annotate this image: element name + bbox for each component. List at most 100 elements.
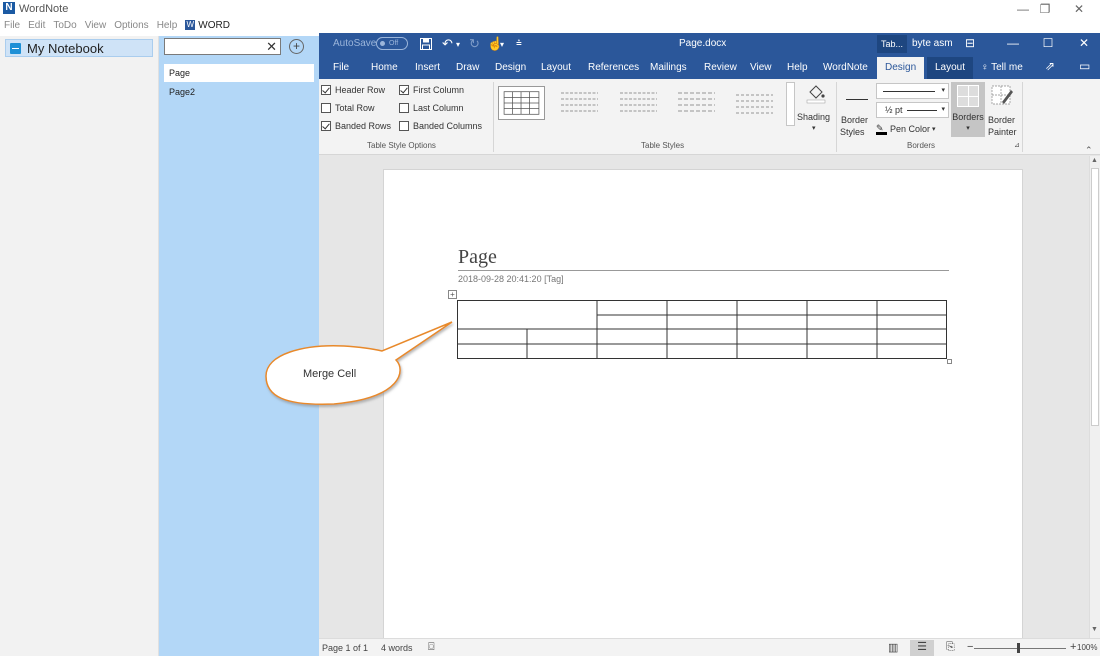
total-row-checkbox[interactable]: Total Row bbox=[321, 103, 375, 113]
app-title: WordNote bbox=[19, 3, 69, 15]
table-move-handle-icon[interactable]: + bbox=[448, 290, 457, 299]
read-mode-icon[interactable]: ▥ bbox=[888, 641, 898, 654]
header-row-checkbox[interactable]: Header Row bbox=[321, 85, 385, 95]
word-minimize-button[interactable]: — bbox=[998, 36, 1028, 50]
menu-help[interactable]: Help bbox=[157, 20, 178, 31]
zoom-out-button[interactable]: − bbox=[967, 641, 973, 653]
table-style-plain-3[interactable] bbox=[673, 86, 720, 120]
proofing-icon[interactable]: ⌼ bbox=[428, 641, 435, 654]
banded-rows-checkbox[interactable]: Banded Rows bbox=[321, 121, 391, 131]
print-layout-icon[interactable]: ☰ bbox=[910, 640, 934, 656]
tab-design[interactable]: Design bbox=[495, 62, 526, 73]
zoom-level[interactable]: 100% bbox=[1077, 643, 1097, 652]
restore-button[interactable]: ❐ bbox=[1030, 1, 1060, 17]
menu-word[interactable]: W WORD bbox=[185, 20, 230, 31]
menu-options[interactable]: Options bbox=[114, 20, 148, 31]
last-column-label: Last Column bbox=[413, 103, 464, 113]
shading-label[interactable]: Shading bbox=[797, 112, 830, 122]
table-resize-handle[interactable] bbox=[947, 359, 952, 364]
zoom-in-button[interactable]: + bbox=[1070, 641, 1076, 653]
line-style-dropdown[interactable]: ▾ bbox=[876, 83, 949, 99]
page-meta: 2018-09-28 20:41:20 [Tag] bbox=[458, 274, 564, 284]
menu-view[interactable]: View bbox=[85, 20, 107, 31]
collapse-ribbon-icon[interactable]: ⌃ bbox=[1085, 145, 1093, 156]
tab-table-design[interactable]: Design bbox=[877, 57, 925, 79]
tab-table-layout[interactable]: Layout bbox=[927, 57, 974, 79]
table-style-plain-4[interactable] bbox=[731, 86, 778, 120]
border-styles-label-2[interactable]: Styles bbox=[840, 127, 865, 137]
scroll-up-icon[interactable]: ▲ bbox=[1091, 157, 1098, 164]
clear-search-icon[interactable]: ✕ bbox=[266, 39, 277, 55]
ribbon-display-icon[interactable]: ⊟ bbox=[955, 36, 985, 50]
line-weight-dropdown[interactable]: ½ pt ▾ bbox=[876, 102, 949, 118]
tab-references[interactable]: References bbox=[588, 62, 639, 73]
redo-icon[interactable]: ↻ bbox=[469, 36, 480, 52]
customize-qat-icon[interactable]: ⩮ bbox=[516, 38, 522, 49]
menu-todo[interactable]: ToDo bbox=[53, 20, 76, 31]
shading-dropdown-icon[interactable]: ▾ bbox=[812, 124, 816, 132]
border-painter-icon[interactable] bbox=[990, 84, 1014, 106]
undo-icon[interactable]: ↶ bbox=[442, 36, 453, 52]
group-label-table-styles: Table Styles bbox=[641, 141, 685, 150]
menu-file[interactable]: File bbox=[4, 20, 20, 31]
total-row-label: Total Row bbox=[335, 103, 375, 113]
notebook-item[interactable]: My Notebook bbox=[5, 39, 153, 57]
tab-tools-button[interactable]: Tab... bbox=[877, 35, 907, 53]
share-icon[interactable]: ⇗ bbox=[1045, 59, 1055, 73]
touch-dropdown-icon[interactable]: ▾ bbox=[500, 40, 504, 49]
comments-icon[interactable]: ▭ bbox=[1079, 59, 1090, 73]
table-style-plain-1[interactable] bbox=[556, 86, 603, 120]
tab-insert[interactable]: Insert bbox=[415, 62, 440, 73]
scroll-down-icon[interactable]: ▼ bbox=[1091, 626, 1098, 633]
document-page[interactable]: Page 2018-09-28 20:41:20 [Tag] + bbox=[383, 169, 1023, 649]
borders-button[interactable]: Borders ▾ bbox=[951, 82, 985, 137]
tab-draw[interactable]: Draw bbox=[456, 62, 479, 73]
borders-dialog-launcher-icon[interactable]: ⊿ bbox=[1014, 141, 1020, 149]
save-icon[interactable] bbox=[420, 38, 432, 50]
word-maximize-button[interactable]: ☐ bbox=[1033, 36, 1063, 50]
menu-edit[interactable]: Edit bbox=[28, 20, 45, 31]
shading-bucket-icon[interactable] bbox=[805, 84, 827, 104]
tab-review[interactable]: Review bbox=[704, 62, 737, 73]
user-name[interactable]: byte asm bbox=[912, 38, 953, 49]
word-close-button[interactable]: ✕ bbox=[1069, 36, 1099, 50]
pen-color-button[interactable]: ✎ Pen Color ▾ bbox=[876, 122, 936, 136]
vertical-scrollbar[interactable]: ▲ ▼ bbox=[1089, 156, 1100, 638]
undo-dropdown-icon[interactable]: ▾ bbox=[456, 40, 460, 49]
tab-wordnote[interactable]: WordNote bbox=[823, 62, 868, 73]
tell-me-label: Tell me bbox=[991, 62, 1023, 73]
web-layout-icon[interactable]: ⎘ bbox=[946, 641, 955, 654]
banded-columns-checkbox[interactable]: Banded Columns bbox=[399, 121, 482, 131]
last-column-checkbox[interactable]: Last Column bbox=[399, 103, 464, 113]
table-style-plain-2[interactable] bbox=[615, 86, 662, 120]
page-list-item[interactable]: Page2 bbox=[164, 83, 314, 101]
title-underline bbox=[458, 270, 949, 271]
document-table[interactable] bbox=[457, 300, 949, 360]
group-separator bbox=[493, 82, 494, 152]
page-count[interactable]: Page 1 of 1 bbox=[322, 643, 368, 653]
zoom-slider[interactable] bbox=[974, 648, 1066, 649]
zoom-slider-thumb[interactable] bbox=[1017, 643, 1020, 653]
header-row-check bbox=[321, 85, 331, 95]
tell-me-search[interactable]: ♀ Tell me bbox=[981, 62, 1023, 73]
tab-layout[interactable]: Layout bbox=[541, 62, 571, 73]
autosave-toggle[interactable]: Off bbox=[376, 37, 408, 50]
border-painter-label-2[interactable]: Painter bbox=[988, 127, 1017, 137]
scrollbar-thumb[interactable] bbox=[1091, 168, 1099, 426]
page-list-item[interactable]: Page bbox=[164, 64, 314, 82]
border-painter-label-1[interactable]: Border bbox=[988, 115, 1015, 125]
first-column-checkbox[interactable]: First Column bbox=[399, 85, 464, 95]
close-button[interactable]: ✕ bbox=[1064, 1, 1094, 17]
tab-file[interactable]: File bbox=[333, 62, 349, 73]
border-styles-label-1[interactable]: Border bbox=[841, 115, 868, 125]
add-page-button[interactable]: + bbox=[289, 39, 304, 54]
gallery-scrollbar[interactable] bbox=[786, 82, 795, 126]
tab-home[interactable]: Home bbox=[371, 62, 398, 73]
tab-view[interactable]: View bbox=[750, 62, 772, 73]
table-style-grid[interactable] bbox=[498, 86, 545, 120]
page-search-input[interactable]: ✕ bbox=[164, 38, 281, 55]
tab-help[interactable]: Help bbox=[787, 62, 808, 73]
word-count[interactable]: 4 words bbox=[381, 643, 413, 653]
title-bar: N WordNote — ❐ ✕ bbox=[0, 0, 1100, 18]
tab-mailings[interactable]: Mailings bbox=[650, 62, 687, 73]
